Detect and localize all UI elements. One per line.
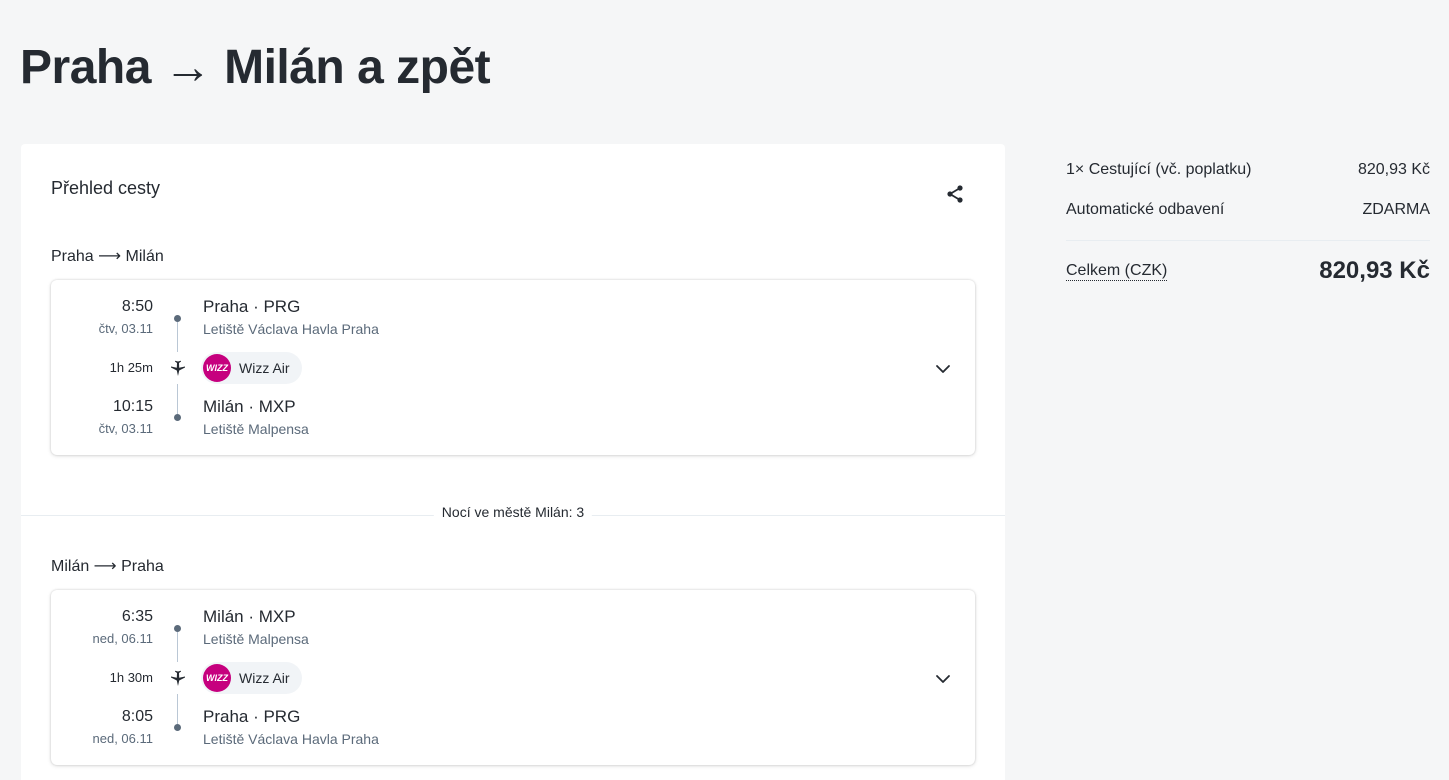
price-total-row: Celkem (CZK) 820,93 Kč [1066, 257, 1430, 285]
wizz-air-logo: WIZZ [203, 354, 231, 382]
wizz-air-logo: WIZZ [203, 664, 231, 692]
price-row-checkin: Automatické odbavení ZDARMA [1066, 190, 1430, 230]
price-row-label: Automatické odbavení [1066, 201, 1225, 218]
arrival-time: 8:05 [121, 708, 153, 725]
flight-segment-outbound[interactable]: 8:50 čtv, 03.11 1h 25m 10:15 čtv, 03.11 … [51, 280, 975, 455]
carrier-badge: WIZZ Wizz Air [201, 352, 302, 384]
airplane-icon [171, 670, 185, 686]
flight-segment-return[interactable]: 6:35 ned, 06.11 1h 30m 8:05 ned, 06.11 M… [51, 590, 975, 765]
timeline-line [177, 322, 178, 352]
nights-text: Nocí ve městě Milán: 3 [433, 504, 593, 520]
airplane-icon [171, 360, 185, 376]
leg-title-return: Milán ⟶ Praha [51, 558, 164, 575]
arrival-date: ned, 06.11 [92, 731, 153, 746]
chevron-down-icon[interactable] [931, 667, 955, 691]
departure-dot [174, 315, 181, 322]
departure-date: ned, 06.11 [92, 631, 153, 646]
price-row-value: ZDARMA [1362, 201, 1430, 218]
trip-overview-card: Přehled cesty Praha ⟶ Milán 8:50 čtv, 03… [21, 144, 1005, 780]
price-row-value: 820,93 Kč [1357, 161, 1430, 178]
arrival-date: čtv, 03.11 [98, 421, 153, 436]
total-label[interactable]: Celkem (CZK) [1066, 262, 1168, 281]
departure-dot [174, 625, 181, 632]
arrival-place: Praha · PRG [203, 707, 301, 726]
timeline-line [177, 694, 178, 724]
total-value: 820,93 Kč [1319, 257, 1430, 284]
flight-duration: 1h 30m [109, 670, 153, 685]
nights-divider: Nocí ve městě Milán: 3 [21, 504, 1005, 520]
timeline-line [177, 384, 178, 414]
page-title: Praha → Milán a zpět [20, 41, 491, 94]
departure-time: 6:35 [121, 608, 153, 625]
arrival-airport: Letiště Václava Havla Praha [203, 731, 379, 747]
carrier-name: Wizz Air [239, 360, 290, 376]
price-divider [1066, 240, 1430, 241]
card-title: Přehled cesty [51, 178, 161, 198]
timeline-line [177, 632, 178, 662]
price-summary: 1× Cestující (vč. poplatku) 820,93 Kč Au… [1066, 150, 1430, 285]
departure-date: čtv, 03.11 [98, 321, 153, 336]
chevron-down-icon[interactable] [931, 357, 955, 381]
price-row-passenger: 1× Cestující (vč. poplatku) 820,93 Kč [1066, 150, 1430, 190]
departure-time: 8:50 [121, 298, 153, 315]
arrival-airport: Letiště Malpensa [203, 421, 309, 437]
arrival-place: Milán · MXP [203, 397, 296, 416]
carrier-name: Wizz Air [239, 670, 290, 686]
flight-duration: 1h 25m [109, 360, 153, 375]
arrival-dot [174, 724, 181, 731]
departure-airport: Letiště Václava Havla Praha [203, 321, 379, 337]
share-icon [947, 185, 963, 203]
departure-place: Milán · MXP [203, 607, 296, 626]
departure-airport: Letiště Malpensa [203, 631, 309, 647]
price-row-label: 1× Cestující (vč. poplatku) [1066, 161, 1252, 178]
arrival-time: 10:15 [112, 398, 153, 415]
carrier-badge: WIZZ Wizz Air [201, 662, 302, 694]
departure-place: Praha · PRG [203, 297, 301, 316]
leg-title-outbound: Praha ⟶ Milán [51, 248, 164, 265]
arrival-dot [174, 414, 181, 421]
share-button[interactable] [939, 178, 971, 210]
